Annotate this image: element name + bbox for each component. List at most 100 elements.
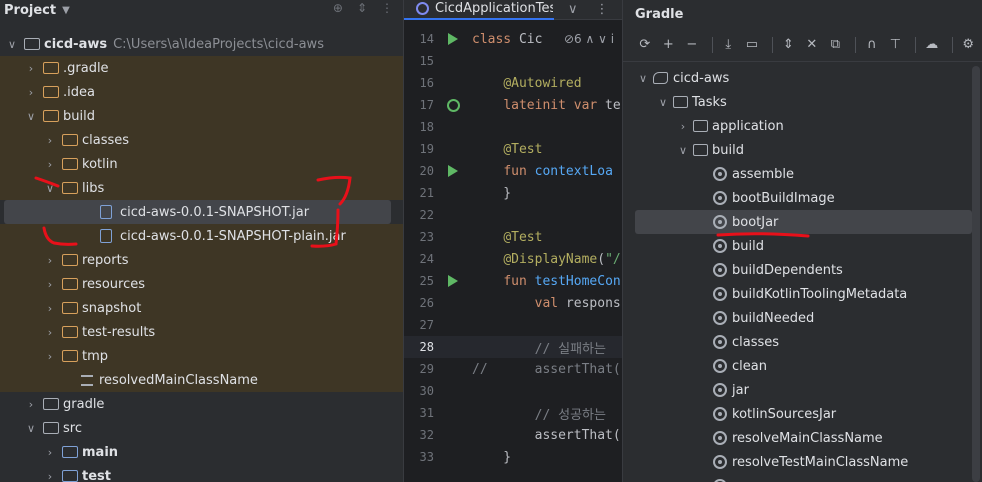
link-icon[interactable]: ∩	[862, 37, 882, 52]
tree-item[interactable]: › classes	[0, 128, 403, 152]
align-icon[interactable]: ⊤	[886, 37, 906, 52]
tree-item[interactable]: ∨ src	[0, 416, 403, 440]
plus-icon[interactable]: +	[659, 37, 679, 52]
code-line[interactable]: 17 lateinit var te	[404, 94, 622, 116]
gradle-task[interactable]: bootBuildImage	[623, 186, 982, 210]
tree-item[interactable]: › .idea	[0, 80, 403, 104]
gradle-task[interactable]: jar	[623, 378, 982, 402]
tree-item[interactable]: › test	[0, 464, 403, 482]
code-line[interactable]: 33 }	[404, 446, 622, 468]
more-icon[interactable]: ⋮	[596, 2, 609, 17]
code-line[interactable]: 15	[404, 50, 622, 72]
gradle-task[interactable]: buildKotlinToolingMetadata	[623, 282, 982, 306]
run-icon[interactable]	[448, 33, 458, 45]
collapse-all-icon[interactable]: ⇕	[357, 1, 367, 15]
console-icon[interactable]: ▭	[742, 37, 762, 52]
chevron-down-icon[interactable]: ∨	[568, 2, 578, 17]
chevron-down-icon[interactable]: ∨	[637, 72, 649, 85]
tree-item[interactable]: › snapshot	[0, 296, 403, 320]
chevron-right-icon[interactable]: ›	[25, 62, 37, 75]
tree-item[interactable]: › tmp	[0, 344, 403, 368]
code-line[interactable]: 29 // assertThat(	[404, 358, 622, 380]
chevron-right-icon[interactable]: ›	[44, 326, 56, 339]
code-line[interactable]: 23 @Test	[404, 226, 622, 248]
chevron-right-icon[interactable]: ›	[677, 120, 689, 133]
chevron-right-icon[interactable]: ›	[25, 86, 37, 99]
run-icon[interactable]	[448, 275, 458, 287]
gradle-task[interactable]: assemble	[623, 162, 982, 186]
expand-icon[interactable]: ⇕	[779, 37, 799, 52]
locate-icon[interactable]: ⊕	[333, 1, 343, 15]
code-line[interactable]: 26 val respons	[404, 292, 622, 314]
gradle-task[interactable]: classes	[623, 330, 982, 354]
tree-item[interactable]: › gradle	[0, 392, 403, 416]
chevron-down-icon[interactable]: ∨	[44, 182, 56, 195]
code-line[interactable]: 16 @Autowired	[404, 72, 622, 94]
run-icon[interactable]	[448, 165, 458, 177]
code-line[interactable]: 21 }	[404, 182, 622, 204]
code-line[interactable]: 30	[404, 380, 622, 402]
gradle-task[interactable]: buildDependents	[623, 258, 982, 282]
gradle-task[interactable]: resolveMainClassName	[623, 426, 982, 450]
gradle-task[interactable]: build	[623, 234, 982, 258]
gradle-task[interactable]: kotlinSourcesJar	[623, 402, 982, 426]
tree-item[interactable]: cicd-aws-0.0.1-SNAPSHOT.jar	[4, 200, 391, 224]
download-icon[interactable]: ⤓	[719, 37, 739, 52]
tree-item[interactable]: › .gradle	[0, 56, 403, 80]
minus-icon[interactable]: −	[682, 37, 702, 52]
tree-item[interactable]: › main	[0, 440, 403, 464]
gradle-task[interactable]	[623, 474, 982, 482]
chevron-down-icon[interactable]: ▼	[62, 5, 70, 16]
chevron-right-icon[interactable]: ›	[44, 278, 56, 291]
tree-item[interactable]: › kotlin	[0, 152, 403, 176]
options-icon[interactable]: ⋮	[381, 1, 393, 15]
tree-item[interactable]: ∨ build	[0, 104, 403, 128]
gradle-task[interactable]: clean	[623, 354, 982, 378]
tree-item[interactable]: ∨ libs	[0, 176, 403, 200]
code-line[interactable]: 19 @Test	[404, 138, 622, 160]
reload-icon[interactable]: ⟳	[635, 37, 655, 52]
usages-count[interactable]: ⊘6 ∧ ∨ i	[564, 32, 614, 46]
tree-item[interactable]: › test-results	[0, 320, 403, 344]
chevron-right-icon[interactable]: ›	[44, 350, 56, 363]
code-line[interactable]: 20 fun contextLoa	[404, 160, 622, 182]
settings-icon[interactable]: ⚙	[958, 37, 978, 52]
chevron-right-icon[interactable]: ›	[44, 302, 56, 315]
scrollbar[interactable]	[972, 66, 980, 482]
editor-tab[interactable]: CicdApplicationTests.kt	[404, 0, 554, 20]
gradle-task[interactable]: ∨ build	[623, 138, 982, 162]
chevron-right-icon[interactable]: ›	[44, 446, 56, 459]
chevron-right-icon[interactable]: ›	[25, 398, 37, 411]
tree-item[interactable]: resolvedMainClassName	[0, 368, 403, 392]
code-line[interactable]: 27	[404, 314, 622, 336]
gradle-task[interactable]: buildNeeded	[623, 306, 982, 330]
offline-icon[interactable]: ☁	[922, 37, 942, 52]
chevron-down-icon[interactable]: ∨	[657, 96, 669, 109]
gradle-task[interactable]: › application	[623, 114, 982, 138]
code-line[interactable]: 31 // 성공하는	[404, 402, 622, 424]
tree-root[interactable]: ∨ cicd-aws C:\Users\a\IdeaProjects\cicd-…	[0, 32, 403, 56]
code-line[interactable]: 25 fun testHomeCon	[404, 270, 622, 292]
chevron-right-icon[interactable]: ›	[44, 158, 56, 171]
code-line[interactable]: 32 assertThat(	[404, 424, 622, 446]
gradle-task[interactable]: ∨ Tasks	[623, 90, 982, 114]
tree-item[interactable]: cicd-aws-0.0.1-SNAPSHOT-plain.jar	[0, 224, 403, 248]
gradle-task[interactable]: ∨ cicd-aws	[623, 66, 982, 90]
chevron-down-icon[interactable]: ∨	[25, 110, 37, 123]
code-line[interactable]: 28 // 실패하는	[404, 336, 622, 358]
chevron-down-icon[interactable]: ∨	[677, 144, 689, 157]
code-line[interactable]: 18	[404, 116, 622, 138]
chevron-right-icon[interactable]: ›	[44, 254, 56, 267]
collapse-icon[interactable]: ✕	[802, 37, 822, 52]
dependencies-icon[interactable]: ⧉	[826, 37, 846, 52]
chevron-right-icon[interactable]: ›	[44, 134, 56, 147]
chevron-right-icon[interactable]: ›	[44, 470, 56, 482]
code-line[interactable]: 22	[404, 204, 622, 226]
gradle-task[interactable]: resolveTestMainClassName	[623, 450, 982, 474]
tree-item[interactable]: › resources	[0, 272, 403, 296]
chevron-down-icon[interactable]: ∨	[25, 422, 37, 435]
gradle-task[interactable]: bootJar	[635, 210, 972, 234]
chevron-down-icon[interactable]: ∨	[6, 38, 18, 51]
bean-icon[interactable]	[446, 98, 460, 112]
tree-item[interactable]: › reports	[0, 248, 403, 272]
